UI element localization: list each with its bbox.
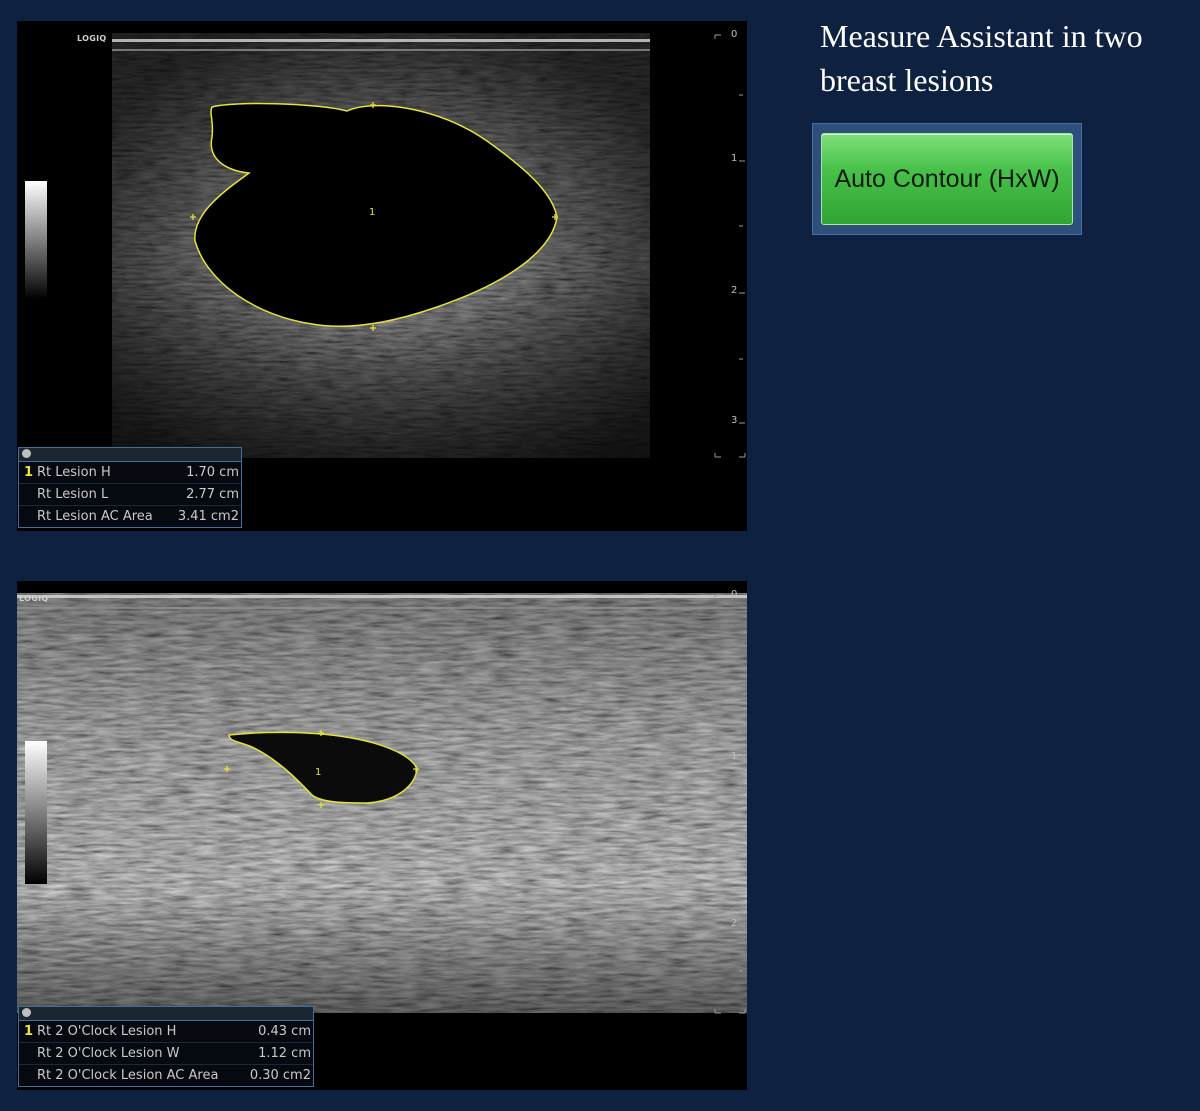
measurement-row[interactable]: 1 Rt Lesion H 1.70 cm: [19, 462, 241, 484]
auto-contour-button-frame: Auto Contour (HxW): [812, 123, 1082, 235]
auto-contour-button[interactable]: Auto Contour (HxW): [821, 133, 1073, 225]
logiq-logo: LOGIQ: [77, 34, 107, 43]
measurement-panel-header: [19, 1007, 313, 1021]
grayscale-bar: [25, 181, 47, 299]
measurement-value: 2.77 cm: [186, 487, 239, 502]
measurement-row[interactable]: Rt Lesion L 2.77 cm: [19, 484, 241, 506]
measurement-row[interactable]: Rt 2 O'Clock Lesion AC Area 0.30 cm2: [19, 1065, 313, 1086]
depth-label-2: 2: [731, 918, 738, 929]
gear-icon[interactable]: [22, 449, 31, 458]
measurement-value: 3.41 cm2: [177, 509, 239, 524]
measurement-value: 1.70 cm: [186, 465, 239, 480]
measurement-label: Rt Lesion AC Area: [37, 509, 153, 524]
depth-label-1: 1: [731, 751, 738, 762]
lesion-number-label: 1: [315, 767, 322, 778]
ultrasound-image-2[interactable]: LOGIQ 0 1 2 1 1 Rt 2 O'Clock Lesion H 0.…: [17, 581, 747, 1090]
gear-icon[interactable]: [22, 1008, 31, 1017]
measurement-label: Rt 2 O'Clock Lesion AC Area: [37, 1068, 219, 1083]
depth-label-1: 1: [731, 153, 738, 164]
depth-ruler: [714, 34, 746, 458]
measurement-label: Rt 2 O'Clock Lesion W: [37, 1046, 180, 1061]
measurement-label: Rt Lesion H: [37, 465, 111, 480]
logiq-logo: LOGIQ: [19, 594, 49, 603]
grayscale-bar: [25, 741, 47, 884]
depth-label-2: 2: [731, 285, 738, 296]
measurement-row[interactable]: 1 Rt 2 O'Clock Lesion H 0.43 cm: [19, 1021, 313, 1043]
measurement-panel-2: 1 Rt 2 O'Clock Lesion H 0.43 cm Rt 2 O'C…: [18, 1006, 314, 1087]
measurement-panel-1: 1 Rt Lesion H 1.70 cm Rt Lesion L 2.77 c…: [18, 447, 242, 528]
measurement-value: 0.30 cm2: [249, 1068, 311, 1083]
depth-label-3: 3: [731, 415, 738, 426]
measurement-label: Rt 2 O'Clock Lesion H: [37, 1024, 177, 1039]
depth-label-0: 0: [731, 589, 738, 600]
measurement-value: 0.43 cm: [258, 1024, 311, 1039]
lesion-number-label: 1: [369, 207, 376, 218]
measurement-row[interactable]: Rt 2 O'Clock Lesion W 1.12 cm: [19, 1043, 313, 1065]
page-title: Measure Assistant in two breast lesions: [820, 18, 1143, 98]
measurement-panel-header: [19, 448, 241, 462]
measurement-row[interactable]: Rt Lesion AC Area 3.41 cm2: [19, 506, 241, 527]
ultrasound-image-1[interactable]: LOGIQ 0 1 2 3 1 1 Rt Lesion H 1.70 cm Rt…: [17, 21, 747, 531]
depth-label-0: 0: [731, 29, 738, 40]
measurement-label: Rt Lesion L: [37, 487, 109, 502]
measurement-value: 1.12 cm: [258, 1046, 311, 1061]
